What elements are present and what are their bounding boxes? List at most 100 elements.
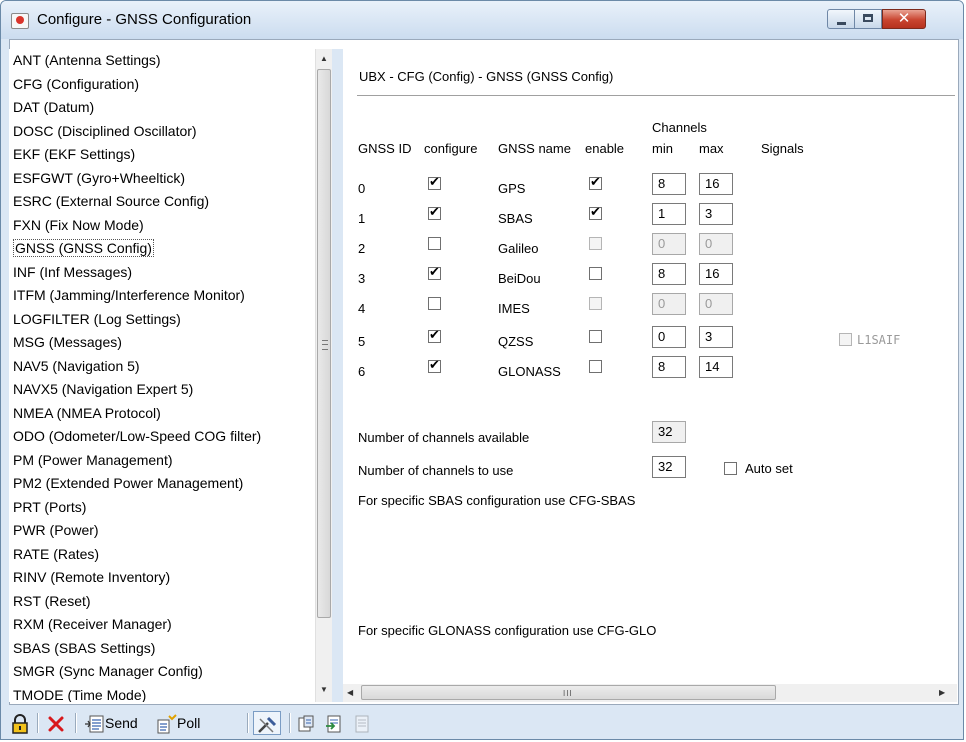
- scroll-right-arrow-icon[interactable]: ▶: [939, 688, 945, 697]
- configure-checkbox[interactable]: [428, 297, 441, 310]
- list-item[interactable]: GNSS (GNSS Config): [9, 237, 315, 261]
- scroll-down-arrow-icon[interactable]: ▼: [320, 685, 328, 694]
- scroll-left-arrow-icon[interactable]: ◀: [347, 688, 353, 697]
- signals-header: Signals: [761, 141, 804, 156]
- list-item[interactable]: PRT (Ports): [9, 496, 315, 520]
- list-item-label: PM (Power Management): [13, 451, 173, 468]
- min-channels-input[interactable]: 8: [652, 263, 686, 285]
- list-item[interactable]: SBAS (SBAS Settings): [9, 637, 315, 661]
- enable-checkbox[interactable]: ✔: [589, 174, 602, 190]
- list-item[interactable]: ANT (Antenna Settings): [9, 49, 315, 73]
- list-item[interactable]: ESFGWT (Gyro+Wheeltick): [9, 167, 315, 191]
- list-item-label: DOSC (Disciplined Oscillator): [13, 122, 197, 139]
- enable-checkbox[interactable]: [589, 297, 602, 310]
- pane-splitter[interactable]: [332, 49, 343, 702]
- channels-available-field: 32: [652, 421, 686, 443]
- title-divider: [357, 95, 955, 97]
- list-item[interactable]: PWR (Power): [9, 519, 315, 543]
- list-item[interactable]: DAT (Datum): [9, 96, 315, 120]
- gnss-id-header: GNSS ID: [358, 141, 412, 156]
- poll-button[interactable]: Poll: [155, 711, 200, 735]
- export-button[interactable]: [353, 711, 371, 735]
- list-item[interactable]: PM2 (Extended Power Management): [9, 472, 315, 496]
- list-item[interactable]: RATE (Rates): [9, 543, 315, 567]
- min-channels-input[interactable]: 0: [652, 326, 686, 348]
- min-channels-input[interactable]: 0: [652, 233, 686, 255]
- list-scroll-thumb[interactable]: [317, 69, 331, 618]
- auto-set-checkbox[interactable]: [724, 462, 737, 475]
- panel-scroll-thumb[interactable]: III: [361, 685, 776, 700]
- configure-checkbox[interactable]: ✔: [428, 264, 441, 280]
- configure-checkbox[interactable]: ✔: [428, 204, 441, 220]
- list-item[interactable]: TMODE (Time Mode): [9, 684, 315, 703]
- enable-checkbox[interactable]: [589, 330, 602, 343]
- l1saif-checkbox[interactable]: [839, 333, 852, 346]
- list-item[interactable]: CFG (Configuration): [9, 73, 315, 97]
- list-item-label: TMODE (Time Mode): [13, 686, 147, 703]
- list-vertical-scrollbar[interactable]: ▲ ▼: [315, 49, 333, 702]
- list-item[interactable]: INF (Inf Messages): [9, 261, 315, 285]
- min-channels-input[interactable]: 8: [652, 356, 686, 378]
- channels-to-use-input[interactable]: 32: [652, 456, 686, 478]
- max-channels-input[interactable]: 0: [699, 293, 733, 315]
- list-item[interactable]: PM (Power Management): [9, 449, 315, 473]
- list-item[interactable]: RXM (Receiver Manager): [9, 613, 315, 637]
- max-channels-input[interactable]: 16: [699, 263, 733, 285]
- auto-poll-toggle[interactable]: [253, 711, 281, 735]
- max-channels-input[interactable]: 16: [699, 173, 733, 195]
- max-channels-input[interactable]: 14: [699, 356, 733, 378]
- max-channels-input[interactable]: 3: [699, 326, 733, 348]
- configure-checkbox[interactable]: ✔: [428, 357, 441, 373]
- list-item[interactable]: NMEA (NMEA Protocol): [9, 402, 315, 426]
- send-button[interactable]: Send: [85, 711, 138, 735]
- list-item[interactable]: RST (Reset): [9, 590, 315, 614]
- max-channels-input[interactable]: 0: [699, 233, 733, 255]
- list-item-label: ITFM (Jamming/Interference Monitor): [13, 287, 245, 303]
- max-header: max: [699, 141, 724, 156]
- glonass-note: For specific GLONASS configuration use C…: [358, 623, 657, 638]
- max-channels-input[interactable]: 3: [699, 203, 733, 225]
- min-channels-input[interactable]: 8: [652, 173, 686, 195]
- list-item[interactable]: FXN (Fix Now Mode): [9, 214, 315, 238]
- checkmark-icon: ✔: [429, 204, 440, 219]
- configure-checkbox[interactable]: [428, 237, 441, 250]
- configure-checkbox[interactable]: ✔: [428, 327, 441, 343]
- list-item[interactable]: NAVX5 (Navigation Expert 5): [9, 378, 315, 402]
- enable-checkbox[interactable]: ✔: [589, 204, 602, 220]
- gnss-name-header: GNSS name: [498, 141, 571, 156]
- lock-button[interactable]: [11, 711, 29, 735]
- list-item[interactable]: LOGFILTER (Log Settings): [9, 308, 315, 332]
- list-item[interactable]: SMGR (Sync Manager Config): [9, 660, 315, 684]
- list-item[interactable]: MSG (Messages): [9, 331, 315, 355]
- list-item[interactable]: RINV (Remote Inventory): [9, 566, 315, 590]
- toolbar-separator: [37, 713, 39, 733]
- enable-checkbox[interactable]: [589, 360, 602, 373]
- list-item[interactable]: DOSC (Disciplined Oscillator): [9, 120, 315, 144]
- configure-checkbox[interactable]: ✔: [428, 174, 441, 190]
- title-bar[interactable]: Configure - GNSS Configuration ✕: [1, 1, 963, 39]
- list-item[interactable]: ESRC (External Source Config): [9, 190, 315, 214]
- enable-checkbox[interactable]: [589, 267, 602, 280]
- list-item-label: DAT (Datum): [13, 99, 95, 115]
- revert-button[interactable]: [47, 711, 65, 735]
- list-item[interactable]: ITFM (Jamming/Interference Monitor): [9, 284, 315, 308]
- minimize-button[interactable]: [827, 9, 855, 29]
- scroll-up-arrow-icon[interactable]: ▲: [320, 54, 328, 63]
- save-to-file-button[interactable]: [297, 711, 315, 735]
- message-list[interactable]: ANT (Antenna Settings) CFG (Configuration…: [9, 49, 315, 702]
- min-channels-input[interactable]: 1: [652, 203, 686, 225]
- list-item-label: PM2 (Extended Power Management): [13, 475, 244, 491]
- load-from-file-button[interactable]: [325, 711, 343, 735]
- min-channels-input[interactable]: 0: [652, 293, 686, 315]
- enable-checkbox[interactable]: [589, 237, 602, 250]
- list-item[interactable]: EKF (EKF Settings): [9, 143, 315, 167]
- close-button[interactable]: ✕: [882, 9, 926, 29]
- list-item-label: ESRC (External Source Config): [13, 193, 210, 209]
- list-item[interactable]: ODO (Odometer/Low-Speed COG filter): [9, 425, 315, 449]
- list-item[interactable]: NAV5 (Navigation 5): [9, 355, 315, 379]
- file-load-icon: [326, 715, 341, 733]
- panel-horizontal-scrollbar[interactable]: ◀ III ▶: [343, 684, 957, 702]
- maximize-button[interactable]: [854, 9, 882, 29]
- toolbar: Send Poll: [1, 705, 963, 739]
- list-item-label: FXN (Fix Now Mode): [13, 216, 144, 233]
